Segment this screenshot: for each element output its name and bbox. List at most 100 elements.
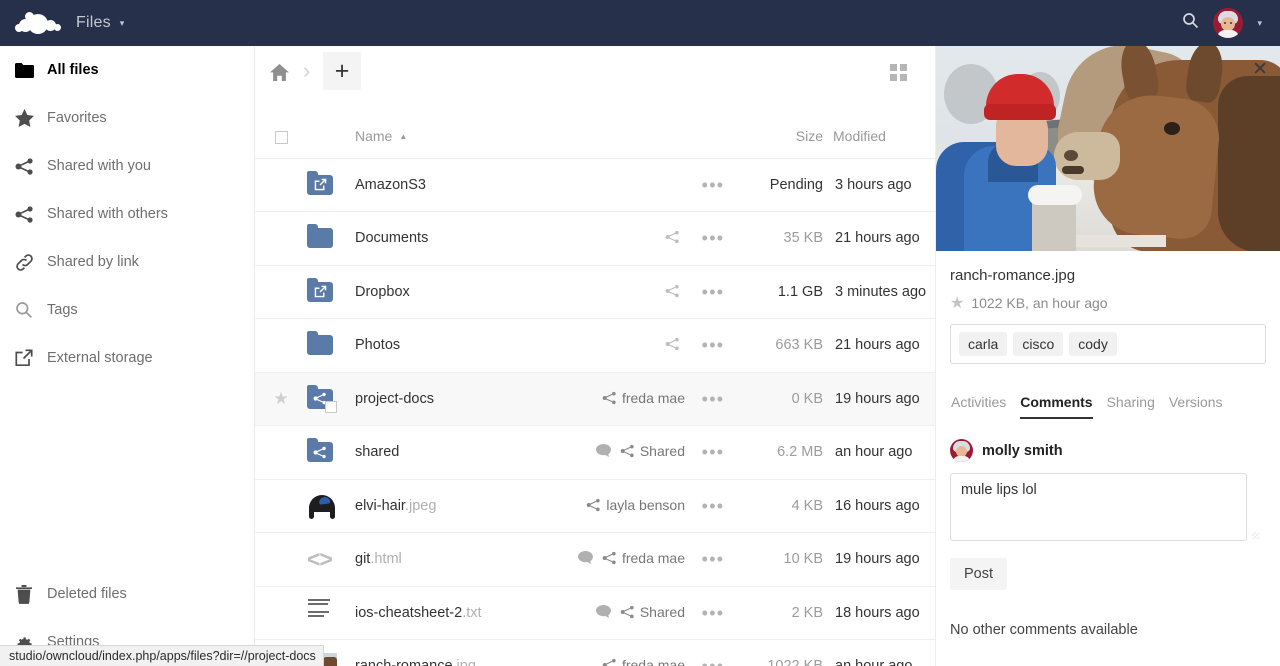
row-name-cell[interactable]: Documents — [355, 212, 539, 266]
table-row[interactable]: elvi-hair.jpeg layla benson ••• 4 KB 16 … — [255, 479, 935, 533]
row-icon-cell — [307, 158, 355, 212]
share-icon — [665, 284, 680, 301]
row-actions-button[interactable]: ••• — [689, 479, 737, 533]
tag-chip[interactable]: cisco — [1013, 332, 1063, 356]
row-share-cell[interactable]: freda mae — [539, 533, 689, 587]
row-share-cell[interactable]: layla benson — [539, 479, 689, 533]
row-name-cell[interactable]: project-docs — [355, 372, 539, 426]
actions-column-header — [689, 114, 737, 158]
tab-versions[interactable]: Versions — [1169, 394, 1223, 419]
row-share-cell[interactable]: Shared — [539, 426, 689, 480]
comment-icon[interactable] — [596, 444, 611, 461]
row-share-cell[interactable] — [539, 265, 689, 319]
file-list-controls: › + — [255, 46, 935, 114]
row-actions-button[interactable]: ••• — [689, 640, 737, 666]
name-column-header[interactable]: Name▲ — [355, 114, 539, 158]
sidebar-item-shared-with-you[interactable]: Shared with you — [0, 142, 254, 190]
app-menu-toggle[interactable]: Files ▾ — [76, 14, 124, 32]
tab-sharing[interactable]: Sharing — [1107, 394, 1155, 419]
comment-icon[interactable] — [596, 605, 611, 622]
file-meta: ★ 1022 KB, an hour ago — [950, 293, 1266, 313]
table-row[interactable]: Dropbox ••• 1.1 GB 3 minutes ago — [255, 265, 935, 319]
share-icon — [602, 551, 617, 568]
owncloud-logo-link[interactable] — [0, 11, 76, 35]
comment-input-wrap — [950, 473, 1266, 546]
star-icon[interactable]: ★ — [255, 389, 307, 409]
table-row[interactable]: ios-cheatsheet-2.txt Shared ••• — [255, 586, 935, 640]
row-name-cell[interactable]: elvi-hair.jpeg — [355, 479, 539, 533]
user-menu-chevron-down-icon[interactable]: ▾ — [1257, 18, 1262, 29]
tag-chip[interactable]: carla — [959, 332, 1007, 356]
row-share-cell[interactable] — [539, 212, 689, 266]
sidebar-item-deleted-files[interactable]: Deleted files — [0, 570, 254, 618]
tag-chip[interactable]: cody — [1069, 332, 1117, 356]
row-actions-button[interactable]: ••• — [689, 586, 737, 640]
close-icon[interactable]: ✕ — [1252, 60, 1268, 79]
header-actions: ▾ — [1182, 8, 1280, 38]
sidebar-item-shared-by-link[interactable]: Shared by link — [0, 238, 254, 286]
row-actions-button[interactable]: ••• — [689, 158, 737, 212]
row-share-cell[interactable]: freda mae — [539, 640, 689, 666]
table-row[interactable]: <> git.html — [255, 533, 935, 587]
sidebar-item-external-storage[interactable]: External storage — [0, 334, 254, 382]
star-icon[interactable]: ★ — [950, 293, 964, 313]
details-body: ranch-romance.jpg ★ 1022 KB, an hour ago… — [936, 251, 1280, 638]
sidebar-item-tags[interactable]: Tags — [0, 286, 254, 334]
sidebar-item-all-files[interactable]: All files — [0, 46, 254, 94]
table-row[interactable]: shared Shared ••• 6.2 MB — [255, 426, 935, 480]
table-row[interactable]: ★ — [255, 372, 935, 426]
row-actions-button[interactable]: ••• — [689, 265, 737, 319]
row-share-cell[interactable] — [539, 319, 689, 373]
row-name-cell[interactable]: Photos — [355, 319, 539, 373]
home-icon[interactable] — [270, 64, 289, 86]
size-column-header[interactable]: Size — [737, 114, 823, 158]
row-name-cell[interactable]: Dropbox — [355, 265, 539, 319]
sidebar-item-favorites[interactable]: Favorites — [0, 94, 254, 142]
share-icon — [620, 444, 635, 461]
table-row[interactable]: AmazonS3 ••• Pending 3 hours ago — [255, 158, 935, 212]
new-file-button[interactable]: + — [323, 52, 361, 90]
select-all-cell — [255, 114, 307, 158]
sidebar-item-shared-with-others[interactable]: Shared with others — [0, 190, 254, 238]
table-row[interactable]: Photos ••• 663 KB 21 hours ago — [255, 319, 935, 373]
search-icon[interactable] — [1182, 12, 1199, 34]
modified-column-header[interactable]: Modified — [823, 114, 935, 158]
row-modified-cell: 19 hours ago — [823, 533, 935, 587]
row-modified-cell: 18 hours ago — [823, 586, 935, 640]
row-name-cell[interactable]: ranch-romance.jpg — [355, 640, 539, 666]
row-share-cell[interactable]: freda mae — [539, 372, 689, 426]
grid-view-icon[interactable] — [890, 64, 907, 81]
row-icon-cell — [307, 265, 355, 319]
comment-author-row: molly smith — [950, 439, 1266, 462]
post-comment-button[interactable]: Post — [950, 558, 1007, 590]
owncloud-logo-icon — [15, 11, 61, 35]
row-modified-cell: an hour ago — [823, 426, 935, 480]
code-file-icon: <> — [307, 546, 332, 573]
row-actions-button[interactable]: ••• — [689, 319, 737, 373]
resize-handle-icon[interactable] — [1252, 532, 1259, 539]
row-favorite-cell — [255, 586, 307, 640]
row-share-cell[interactable] — [539, 158, 689, 212]
status-bar-url: studio/owncloud/index.php/apps/files?dir… — [0, 645, 324, 666]
table-row[interactable]: ranch-romance.jpg freda mae ••• 1022 KB … — [255, 640, 935, 666]
row-size-cell: 6.2 MB — [737, 426, 823, 480]
avatar[interactable] — [1213, 8, 1243, 38]
row-actions-button[interactable]: ••• — [689, 533, 737, 587]
comment-input[interactable] — [950, 473, 1247, 541]
row-share-cell[interactable]: Shared — [539, 586, 689, 640]
row-name-cell[interactable]: shared — [355, 426, 539, 480]
avatar[interactable] — [950, 439, 973, 462]
select-all-checkbox[interactable] — [275, 131, 288, 144]
row-actions-button[interactable]: ••• — [689, 212, 737, 266]
tags-input[interactable]: carla cisco cody — [950, 324, 1266, 364]
comment-icon[interactable] — [578, 551, 593, 568]
row-favorite-cell[interactable]: ★ — [255, 372, 307, 426]
tab-comments[interactable]: Comments — [1020, 394, 1092, 419]
row-name-cell[interactable]: ios-cheatsheet-2.txt — [355, 586, 539, 640]
row-actions-button[interactable]: ••• — [689, 372, 737, 426]
row-actions-button[interactable]: ••• — [689, 426, 737, 480]
row-name-cell[interactable]: AmazonS3 — [355, 158, 539, 212]
row-name-cell[interactable]: git.html — [355, 533, 539, 587]
table-row[interactable]: Documents ••• 35 KB 21 hours ago — [255, 212, 935, 266]
tab-activities[interactable]: Activities — [951, 394, 1006, 419]
